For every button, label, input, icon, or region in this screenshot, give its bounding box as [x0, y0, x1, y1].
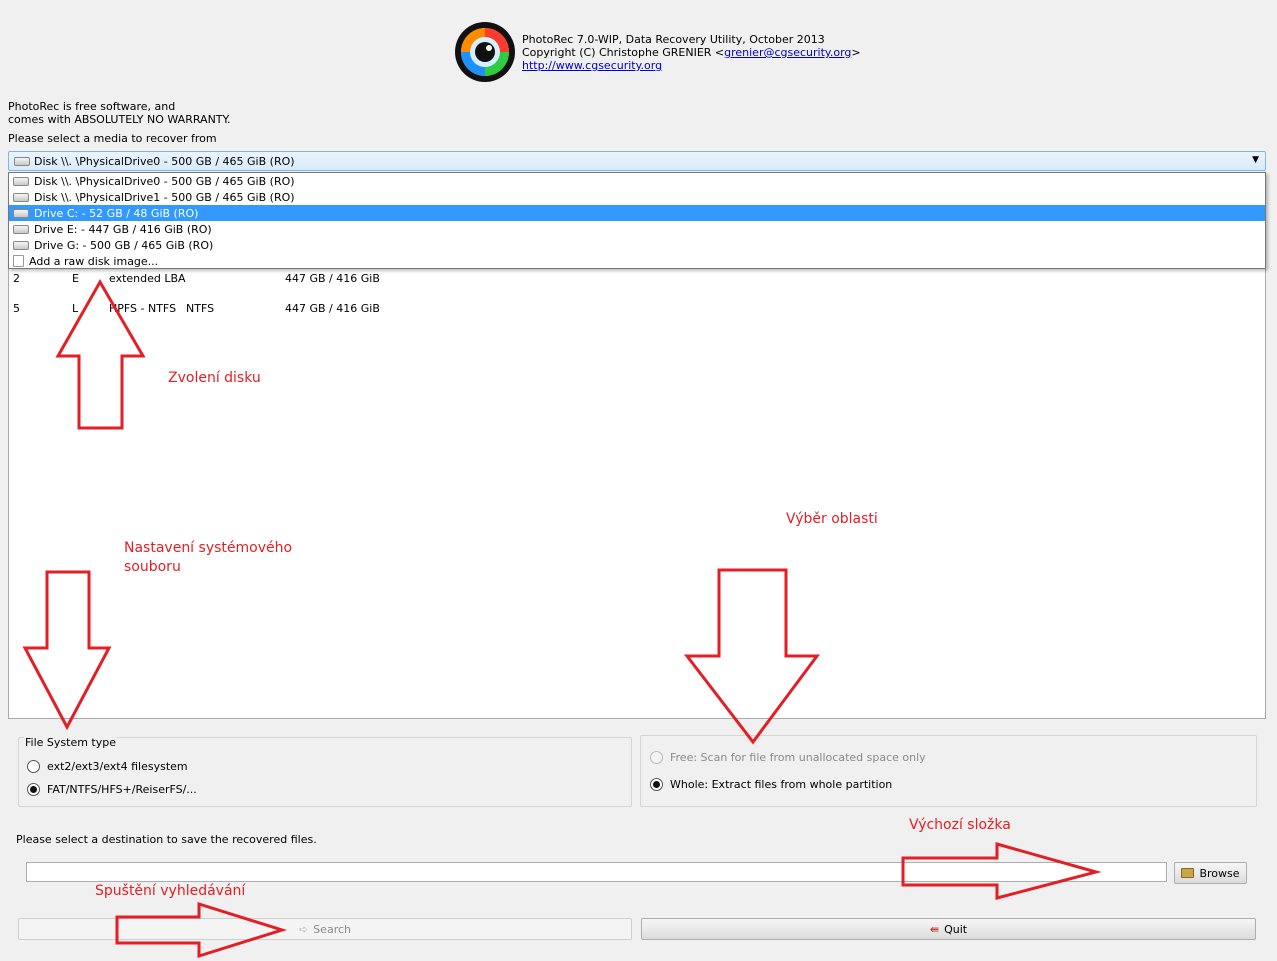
media-select-label: Please select a media to recover from — [8, 132, 217, 145]
license-line-2: comes with ABSOLUTELY NO WARRANTY. — [8, 113, 231, 126]
partition-type: HPFS - NTFS — [109, 302, 177, 315]
media-option[interactable]: Drive G: - 500 GB / 465 GiB (RO) — [9, 237, 1265, 253]
disk-icon — [13, 240, 29, 250]
disk-icon — [14, 156, 30, 166]
disk-icon — [13, 192, 29, 202]
folder-icon — [1181, 868, 1195, 878]
partition-number: 2 — [13, 272, 20, 285]
partition-flag: L — [72, 302, 79, 315]
scan-option-free-label: Free: Scan for file from unallocated spa… — [670, 751, 926, 764]
copyright-text: Copyright (C) Christophe GRENIER < — [522, 46, 725, 59]
media-option[interactable]: Disk \\. \PhysicalDrive1 - 500 GB / 465 … — [9, 189, 1265, 205]
partition-row[interactable]: 5 L HPFS - NTFS NTFS 447 GB / 416 GiB — [9, 302, 409, 316]
media-option-label: Disk \\. \PhysicalDrive0 - 500 GB / 465 … — [34, 174, 295, 188]
radio-ext[interactable] — [27, 760, 40, 773]
license-text: PhotoRec is free software, and comes wit… — [8, 100, 231, 126]
email-link[interactable]: grenier@cgsecurity.org — [724, 46, 851, 59]
fs-option-ext[interactable]: ext2/ext3/ext4 filesystem — [27, 760, 188, 773]
fs-option-fat[interactable]: FAT/NTFS/HFS+/ReiserFS/... — [27, 783, 197, 796]
partition-flag: E — [72, 272, 79, 285]
annotation-folder: Výchozí složka — [909, 817, 1011, 833]
about-copyright: Copyright (C) Christophe GRENIER <grenie… — [522, 46, 861, 59]
annotation-fs-line2: souboru — [124, 559, 181, 575]
annotation-disk: Zvolení disku — [168, 370, 261, 386]
media-option-add-image[interactable]: Add a raw disk image... — [9, 253, 1265, 269]
disk-icon — [13, 224, 29, 234]
website-link[interactable]: http://www.cgsecurity.org — [522, 59, 662, 72]
media-option-label: Drive G: - 500 GB / 465 GiB (RO) — [34, 238, 214, 252]
partition-row[interactable]: 2 E extended LBA 447 GB / 416 GiB — [9, 272, 409, 286]
fs-option-ext-label: ext2/ext3/ext4 filesystem — [47, 760, 188, 773]
radio-fat-selected[interactable] — [27, 783, 40, 796]
radio-whole-selected[interactable] — [650, 778, 663, 791]
media-option-label: Drive C: - 52 GB / 48 GiB (RO) — [34, 206, 199, 220]
search-button[interactable]: ➪ Search — [18, 918, 632, 940]
quit-button[interactable]: ⇚ Quit — [641, 918, 1256, 940]
scan-option-free: Free: Scan for file from unallocated spa… — [650, 751, 926, 764]
media-option-label: Disk \\. \PhysicalDrive1 - 500 GB / 465 … — [34, 190, 295, 204]
scan-option-whole-label: Whole: Extract files from whole partitio… — [670, 778, 893, 791]
media-option[interactable]: Disk \\. \PhysicalDrive0 - 500 GB / 465 … — [9, 173, 1265, 189]
scan-area-group — [640, 735, 1257, 807]
media-combobox[interactable]: Disk \\. \PhysicalDrive0 - 500 GB / 465 … — [8, 151, 1266, 171]
file-system-type-title: File System type — [24, 736, 117, 749]
chevron-down-icon[interactable]: ▼ — [1252, 155, 1259, 165]
destination-label: Please select a destination to save the … — [16, 833, 317, 846]
search-arrow-icon: ➪ — [298, 922, 309, 936]
scan-option-whole[interactable]: Whole: Extract files from whole partitio… — [650, 778, 892, 791]
about-text: PhotoRec 7.0-WIP, Data Recovery Utility,… — [522, 33, 861, 72]
partition-number: 5 — [13, 302, 20, 315]
media-option-highlighted[interactable]: Drive C: - 52 GB / 48 GiB (RO) — [9, 205, 1265, 221]
disk-icon — [13, 176, 29, 186]
partition-type: extended LBA — [109, 272, 186, 285]
image-file-icon — [13, 255, 24, 267]
search-label: Search — [313, 922, 351, 936]
radio-free-disabled — [650, 751, 663, 764]
disk-icon — [13, 208, 29, 218]
partition-size: 447 GB / 416 GiB — [285, 272, 380, 285]
license-line-1: PhotoRec is free software, and — [8, 100, 176, 113]
quit-label: Quit — [944, 922, 968, 936]
media-selected-value: Disk \\. \PhysicalDrive0 - 500 GB / 465 … — [34, 154, 295, 168]
photorec-logo — [455, 22, 515, 82]
about-title: PhotoRec 7.0-WIP, Data Recovery Utility,… — [522, 33, 825, 46]
annotation-search: Spuštění vyhledávání — [95, 883, 246, 899]
media-dropdown-list[interactable]: Disk \\. \PhysicalDrive0 - 500 GB / 465 … — [8, 172, 1266, 269]
media-option[interactable]: Drive E: - 447 GB / 416 GiB (RO) — [9, 221, 1265, 237]
browse-label: Browse — [1199, 866, 1240, 880]
partition-fs: NTFS — [186, 302, 215, 315]
destination-input[interactable] — [26, 862, 1167, 882]
browse-button[interactable]: Browse — [1174, 862, 1247, 884]
annotation-fs-line1: Nastavení systémového — [124, 540, 293, 556]
partition-size: 447 GB / 416 GiB — [285, 302, 380, 315]
exit-door-icon: ⇚ — [929, 922, 940, 936]
media-option-label: Drive E: - 447 GB / 416 GiB (RO) — [34, 222, 212, 236]
annotation-area: Výběr oblasti — [786, 511, 878, 527]
fs-option-fat-label: FAT/NTFS/HFS+/ReiserFS/... — [47, 783, 197, 796]
media-option-label: Add a raw disk image... — [29, 254, 159, 268]
copyright-suffix: > — [851, 46, 861, 59]
